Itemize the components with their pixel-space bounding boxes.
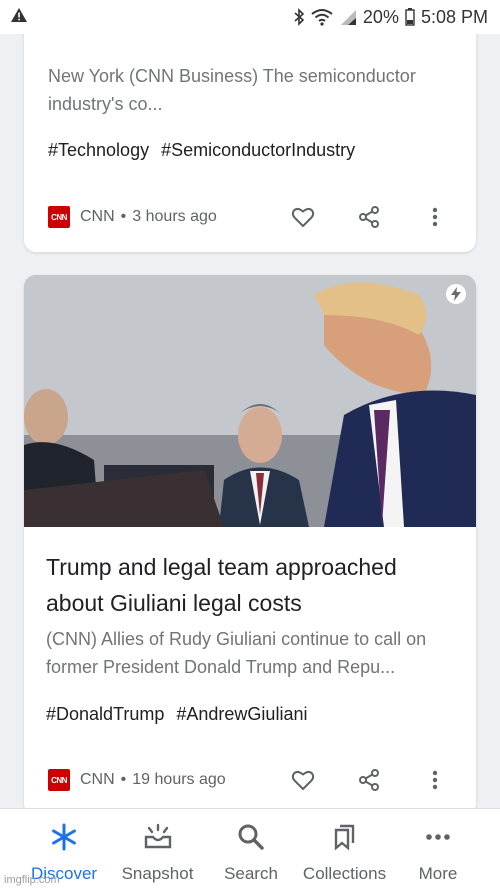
search-icon — [237, 823, 265, 856]
tag-andrew-giuliani[interactable]: #AndrewGiuliani — [176, 704, 307, 725]
article-card[interactable]: microchip New York (CNN Business) The se… — [24, 0, 476, 252]
article-tags: #Technology #SemiconductorIndustry — [48, 140, 355, 161]
separator-dot: • — [120, 771, 127, 788]
article-hero-image[interactable] — [24, 275, 476, 527]
article-headline[interactable]: Trump and legal team approached about Gi… — [46, 549, 456, 621]
cnn-logo: CNN — [48, 769, 70, 791]
source-name: CNN — [80, 771, 115, 788]
article-snippet: (CNN) Allies of Rudy Giuliani continue t… — [46, 629, 427, 677]
nav-label: Search — [224, 864, 278, 883]
wifi-icon — [311, 8, 333, 26]
battery-percent: 20% — [362, 6, 399, 27]
bottom-navigation: Discover Snapshot Search Collections Mor… — [0, 808, 500, 888]
article-footer: CNN CNN • 19 hours ago — [48, 762, 452, 798]
tag-semiconductor-industry[interactable]: #SemiconductorIndustry — [161, 140, 355, 161]
more-horiz-icon — [424, 823, 452, 856]
snapshot-icon — [143, 823, 173, 856]
article-tags: #DonaldTrump #AndrewGiuliani — [46, 704, 307, 725]
tag-technology[interactable]: #Technology — [48, 140, 149, 161]
cnn-logo: CNN — [48, 206, 70, 228]
nav-more[interactable]: More — [392, 809, 484, 888]
heart-icon[interactable] — [286, 763, 320, 797]
publish-time: 3 hours ago — [132, 208, 217, 225]
nav-label: More — [418, 864, 458, 883]
nav-snapshot[interactable]: Snapshot — [112, 809, 204, 888]
article-snippet: New York (CNN Business) The semiconducto… — [48, 66, 416, 114]
separator-dot: • — [120, 208, 127, 225]
watermark: imgflip.com — [4, 874, 60, 886]
more-vert-icon[interactable] — [418, 200, 452, 234]
warning-triangle-icon — [10, 7, 28, 28]
share-icon[interactable] — [352, 763, 386, 797]
heart-icon[interactable] — [286, 200, 320, 234]
article-card[interactable]: Trump and legal team approached about Gi… — [24, 275, 476, 815]
status-bar: 20% 5:08 PM — [0, 0, 500, 34]
share-icon[interactable] — [352, 200, 386, 234]
clock: 5:08 PM — [420, 6, 488, 27]
bluetooth-icon — [293, 8, 305, 26]
article-footer: CNN CNN • 3 hours ago — [48, 199, 452, 235]
more-vert-icon[interactable] — [418, 763, 452, 797]
source-name: CNN — [80, 208, 115, 225]
asterisk-icon — [50, 823, 78, 856]
bookmark-icon — [331, 823, 359, 856]
nav-search[interactable]: Search — [205, 809, 297, 888]
tag-donald-trump[interactable]: #DonaldTrump — [46, 704, 164, 725]
photo-illustration — [24, 275, 476, 527]
battery-icon — [405, 8, 415, 26]
nav-collections[interactable]: Collections — [299, 809, 391, 888]
lightning-amp-icon — [446, 284, 466, 304]
signal-icon — [339, 8, 357, 26]
nav-label: Snapshot — [121, 864, 194, 883]
nav-label: Collections — [302, 864, 387, 883]
publish-time: 19 hours ago — [132, 771, 226, 788]
